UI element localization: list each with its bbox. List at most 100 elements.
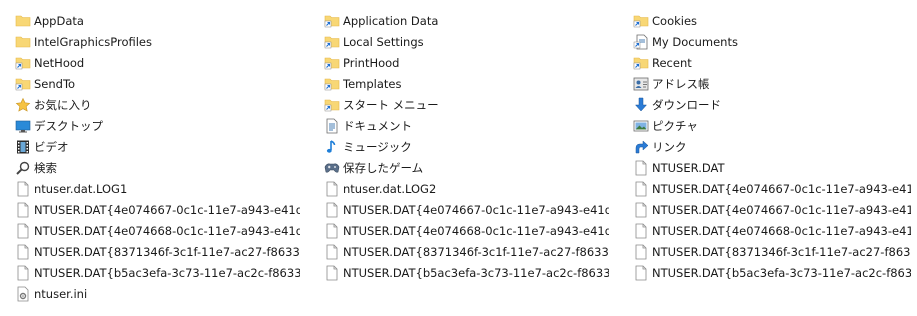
file-column-3: Cookies My Documents Recent アドレス帳ダウンロード ピクチャ… bbox=[633, 10, 911, 283]
file-item[interactable]: SendTo bbox=[15, 73, 300, 94]
link-icon bbox=[633, 139, 649, 155]
file-item-label: AppData bbox=[34, 13, 84, 28]
file-icon bbox=[324, 202, 340, 218]
file-item-label: My Documents bbox=[652, 34, 738, 49]
file-item-label: SendTo bbox=[34, 76, 76, 91]
file-item[interactable]: スタート メニュー bbox=[324, 94, 609, 115]
file-item[interactable]: NTUSER.DAT{b5ac3efa-3c73-11e7-ac2c-f8633… bbox=[633, 262, 911, 283]
file-item-label: NTUSER.DAT{4e074668-0c1c-11e7-a943-e41d2… bbox=[34, 223, 300, 238]
file-item-label: ntuser.ini bbox=[34, 286, 88, 301]
file-item[interactable]: NTUSER.DAT{4e074667-0c1c-11e7-a943-e41d2… bbox=[324, 199, 609, 220]
file-item[interactable]: My Documents bbox=[633, 31, 911, 52]
folder-shortcut-icon bbox=[15, 76, 31, 92]
file-column-1: AppData IntelGraphicsProfiles NetHood SendT… bbox=[15, 10, 300, 304]
file-item-label: ピクチャ bbox=[652, 118, 698, 133]
file-item-label: 保存したゲーム bbox=[343, 160, 424, 175]
file-item-label: Cookies bbox=[652, 13, 698, 28]
file-item[interactable]: Local Settings bbox=[324, 31, 609, 52]
file-item[interactable]: NTUSER.DAT{4e074667-0c1c-11e7-a943-e41d2… bbox=[15, 199, 300, 220]
folder-shortcut-icon bbox=[324, 76, 340, 92]
folder-shortcut-icon bbox=[633, 55, 649, 71]
file-item[interactable]: ミュージック bbox=[324, 136, 609, 157]
documents-shortcut-icon bbox=[633, 34, 649, 50]
folder-shortcut-icon bbox=[15, 55, 31, 71]
file-item[interactable]: ntuser.dat.LOG1 bbox=[15, 178, 300, 199]
file-icon bbox=[324, 223, 340, 239]
file-item[interactable]: NTUSER.DAT{8371346f-3c1f-11e7-ac27-f8633… bbox=[633, 241, 911, 262]
file-icon bbox=[324, 244, 340, 260]
file-item[interactable]: IntelGraphicsProfiles bbox=[15, 31, 300, 52]
file-item-label: ミュージック bbox=[343, 139, 412, 154]
file-item[interactable]: PrintHood bbox=[324, 52, 609, 73]
file-item[interactable]: NTUSER.DAT{8371346f-3c1f-11e7-ac27-f8633… bbox=[324, 241, 609, 262]
file-item[interactable]: NTUSER.DAT{b5ac3efa-3c73-11e7-ac2c-f8633… bbox=[324, 262, 609, 283]
documents-icon bbox=[324, 118, 340, 134]
file-column-2: Application Data Local Settings PrintHood T… bbox=[324, 10, 609, 283]
file-item-label: 検索 bbox=[34, 160, 57, 175]
file-item[interactable]: NTUSER.DAT{4e074668-0c1c-11e7-a943-e41d2… bbox=[15, 220, 300, 241]
file-icon bbox=[633, 244, 649, 260]
file-item[interactable]: AppData bbox=[15, 10, 300, 31]
file-item[interactable]: 検索 bbox=[15, 157, 300, 178]
file-item[interactable]: ピクチャ bbox=[633, 115, 911, 136]
file-item[interactable]: NTUSER.DAT{4e074667-0c1c-11e7-a943-e41d2… bbox=[633, 199, 911, 220]
pictures-icon bbox=[633, 118, 649, 134]
file-item-label: NTUSER.DAT{4e074667-0c1c-11e7-a943-e41d2… bbox=[343, 202, 609, 217]
file-item[interactable]: ntuser.ini bbox=[15, 283, 300, 304]
download-icon bbox=[633, 97, 649, 113]
file-item[interactable]: ntuser.dat.LOG2 bbox=[324, 178, 609, 199]
search-icon bbox=[15, 160, 31, 176]
file-item-label: リンク bbox=[652, 139, 687, 154]
file-item-label: NTUSER.DAT{8371346f-3c1f-11e7-ac27-f8633… bbox=[34, 244, 300, 259]
file-item[interactable]: お気に入り bbox=[15, 94, 300, 115]
file-item[interactable]: NTUSER.DAT bbox=[633, 157, 911, 178]
file-item[interactable]: アドレス帳 bbox=[633, 73, 911, 94]
file-item[interactable]: ビデオ bbox=[15, 136, 300, 157]
file-item[interactable]: NetHood bbox=[15, 52, 300, 73]
file-icon bbox=[324, 181, 340, 197]
file-item-label: NTUSER.DAT{4e074667-0c1c-11e7-a943-e41d2… bbox=[652, 202, 911, 217]
file-item-label: Local Settings bbox=[343, 34, 424, 49]
file-item-label: NTUSER.DAT{8371346f-3c1f-11e7-ac27-f8633… bbox=[343, 244, 609, 259]
file-item[interactable]: Recent bbox=[633, 52, 911, 73]
file-item[interactable]: ドキュメント bbox=[324, 115, 609, 136]
file-item-label: NetHood bbox=[34, 55, 85, 70]
folder-shortcut-icon bbox=[324, 34, 340, 50]
file-item-label: アドレス帳 bbox=[652, 76, 710, 91]
file-item[interactable]: リンク bbox=[633, 136, 911, 157]
settings-file-icon bbox=[15, 286, 31, 302]
file-item[interactable]: Application Data bbox=[324, 10, 609, 31]
file-item-label: Templates bbox=[343, 76, 402, 91]
file-item-label: NTUSER.DAT{4e074668-0c1c-11e7-a943-e41d2… bbox=[652, 223, 911, 238]
file-item[interactable]: 保存したゲーム bbox=[324, 157, 609, 178]
file-item-label: PrintHood bbox=[343, 55, 400, 70]
file-item-label: お気に入り bbox=[34, 97, 92, 112]
file-item-label: IntelGraphicsProfiles bbox=[34, 34, 152, 49]
file-item-label: ダウンロード bbox=[652, 97, 721, 112]
file-item-label: NTUSER.DAT{b5ac3efa-3c73-11e7-ac2c-f8633… bbox=[34, 265, 300, 280]
file-item-label: NTUSER.DAT{4e074667-0c1c-11e7-a943-e41d2… bbox=[34, 202, 300, 217]
file-item[interactable]: NTUSER.DAT{4e074668-0c1c-11e7-a943-e41d2… bbox=[633, 220, 911, 241]
folder-shortcut-icon bbox=[324, 97, 340, 113]
file-icon bbox=[633, 223, 649, 239]
folder-shortcut-icon bbox=[633, 13, 649, 29]
file-item[interactable]: NTUSER.DAT{4e074667-0c1c-11e7-a943-e41d2… bbox=[633, 178, 911, 199]
file-item-label: Application Data bbox=[343, 13, 439, 28]
file-item[interactable]: Cookies bbox=[633, 10, 911, 31]
video-icon bbox=[15, 139, 31, 155]
file-item[interactable]: Templates bbox=[324, 73, 609, 94]
file-item-label: ntuser.dat.LOG2 bbox=[343, 181, 437, 196]
file-item[interactable]: NTUSER.DAT{4e074668-0c1c-11e7-a943-e41d2… bbox=[324, 220, 609, 241]
file-icon bbox=[324, 265, 340, 281]
file-icon bbox=[633, 160, 649, 176]
file-item-label: NTUSER.DAT{b5ac3efa-3c73-11e7-ac2c-f8633… bbox=[652, 265, 911, 280]
star-icon bbox=[15, 97, 31, 113]
file-icon bbox=[15, 244, 31, 260]
file-icon bbox=[15, 202, 31, 218]
folder-icon bbox=[15, 13, 31, 29]
file-item[interactable]: ダウンロード bbox=[633, 94, 911, 115]
file-item[interactable]: デスクトップ bbox=[15, 115, 300, 136]
file-item[interactable]: NTUSER.DAT{8371346f-3c1f-11e7-ac27-f8633… bbox=[15, 241, 300, 262]
file-item[interactable]: NTUSER.DAT{b5ac3efa-3c73-11e7-ac2c-f8633… bbox=[15, 262, 300, 283]
file-item-label: NTUSER.DAT{8371346f-3c1f-11e7-ac27-f8633… bbox=[652, 244, 911, 259]
